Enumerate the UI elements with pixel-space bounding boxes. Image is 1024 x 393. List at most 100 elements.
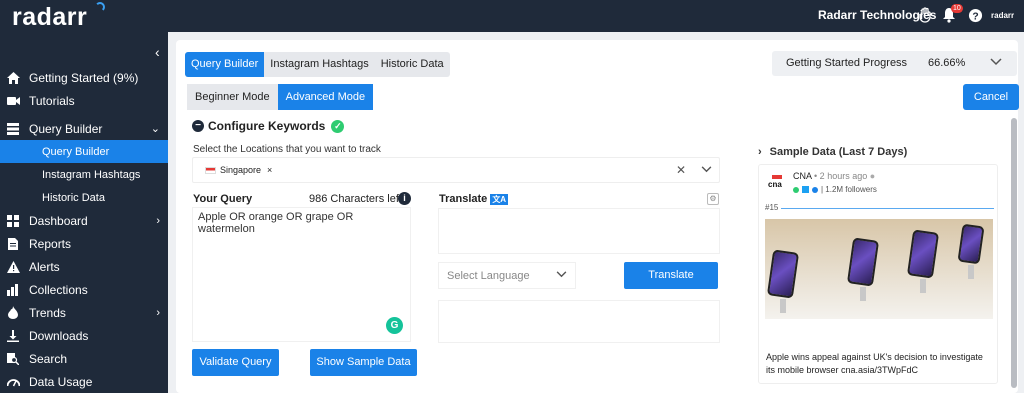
chevron-down-icon[interactable] xyxy=(701,162,712,176)
sidebar-item-label: Tutorials xyxy=(29,93,75,108)
sidebar-item-trends[interactable]: Trends › xyxy=(0,301,168,324)
sidebar-subitem-instagram-hashtags[interactable]: Instagram Hashtags xyxy=(0,163,168,186)
show-sample-data-button[interactable]: Show Sample Data xyxy=(310,349,417,376)
verified-icon xyxy=(812,186,818,193)
sidebar-item-reports[interactable]: Reports xyxy=(0,232,168,255)
sidebar-subitem-historic-data[interactable]: Historic Data xyxy=(0,186,168,209)
sidebar-item-getting-started[interactable]: Getting Started (9%) xyxy=(0,66,168,89)
sidebar-item-label: Data Usage xyxy=(29,374,93,389)
chevron-down-icon xyxy=(556,269,567,281)
advanced-mode-button[interactable]: Advanced Mode xyxy=(277,84,374,110)
grid-icon xyxy=(6,214,20,228)
sidebar-item-label: Trends xyxy=(29,305,66,320)
notification-count-badge: 10 xyxy=(951,4,963,13)
sidebar-subitem-query-builder[interactable]: Query Builder xyxy=(0,140,168,163)
sidebar-item-label: Alerts xyxy=(29,259,60,274)
tab-historic-data[interactable]: Historic Data xyxy=(375,52,450,77)
top-bar: radarr Radarr Technologies 10 ? radarr xyxy=(0,0,1024,32)
sidebar-item-label: Reports xyxy=(29,236,72,251)
sidebar: ‹ Getting Started (9%) Tutorials Query B… xyxy=(0,32,168,393)
collapse-minus-icon[interactable]: − xyxy=(192,120,204,132)
hand-wave-icon[interactable] xyxy=(917,6,935,24)
getting-started-progress[interactable]: Getting Started Progress 66.66% xyxy=(772,51,1017,76)
tab-instagram-hashtags[interactable]: Instagram Hashtags xyxy=(264,52,374,77)
warning-icon xyxy=(6,260,20,274)
mode-toggle: Beginner Mode Advanced Mode xyxy=(187,84,374,110)
sidebar-item-collections[interactable]: Collections xyxy=(0,278,168,301)
sidebar-item-dashboard[interactable]: Dashboard › xyxy=(0,209,168,232)
post-time: • 2 hours ago xyxy=(814,171,868,181)
cancel-button[interactable]: Cancel xyxy=(963,84,1019,110)
sidebar-collapse-icon[interactable]: ‹ xyxy=(155,44,160,60)
beginner-mode-button[interactable]: Beginner Mode xyxy=(187,84,278,110)
post-image[interactable] xyxy=(765,219,993,319)
configure-keywords-header[interactable]: − Configure Keywords ✓ xyxy=(192,119,345,133)
sample-post-card[interactable]: cna CNA • 2 hours ago ● | 1.2M followers… xyxy=(758,164,998,384)
sidebar-item-downloads[interactable]: Downloads xyxy=(0,324,168,347)
sidebar-item-tutorials[interactable]: Tutorials xyxy=(0,89,168,112)
tab-query-builder[interactable]: Query Builder xyxy=(185,52,265,77)
sidebar-item-alerts[interactable]: Alerts xyxy=(0,255,168,278)
sidebar-item-label: Downloads xyxy=(29,328,89,343)
characters-left: 986 Characters left xyxy=(309,193,402,205)
clear-icon[interactable]: ✕ xyxy=(676,163,686,177)
sidebar-item-label: Dashboard xyxy=(29,213,88,228)
query-textarea[interactable]: Apple OR orange OR grape OR watermelon xyxy=(192,207,411,342)
sidebar-item-label: Collections xyxy=(29,282,88,297)
validate-query-button[interactable]: Validate Query xyxy=(192,349,279,376)
divider xyxy=(781,208,994,209)
document-icon xyxy=(6,237,20,251)
search-doc-icon xyxy=(6,352,20,366)
section-title: Configure Keywords xyxy=(208,119,326,133)
info-icon[interactable]: i xyxy=(398,192,411,205)
translate-settings-icon[interactable]: ⚙ xyxy=(707,193,719,205)
remove-chip-icon[interactable]: × xyxy=(267,165,272,175)
sidebar-item-search[interactable]: Search xyxy=(0,347,168,370)
stack-icon xyxy=(6,122,20,136)
locations-select[interactable]: Singapore × ✕ xyxy=(192,157,720,183)
sample-data-header[interactable]: › Sample Data (Last 7 Days) xyxy=(758,146,907,158)
online-dot-icon xyxy=(793,186,799,193)
gauge-icon xyxy=(6,375,20,389)
progress-value: 66.66% xyxy=(928,57,966,69)
post-meta: | 1.2M followers xyxy=(793,185,877,194)
twitter-icon xyxy=(802,186,809,193)
sidebar-item-data-usage[interactable]: Data Usage xyxy=(0,370,168,393)
chevron-down-icon[interactable] xyxy=(990,55,1002,69)
translate-source-box[interactable] xyxy=(438,208,720,254)
logo-signal-mark xyxy=(95,2,105,12)
chevron-down-icon: ⌄ xyxy=(150,123,160,135)
app-logo[interactable]: radarr xyxy=(12,3,87,32)
translate-output-box[interactable] xyxy=(438,300,720,343)
translate-label-text: Translate xyxy=(439,193,488,205)
locations-label: Select the Locations that you want to tr… xyxy=(193,144,381,155)
language-select-placeholder: Select Language xyxy=(447,270,530,282)
location-chip: Singapore × xyxy=(205,165,272,175)
scrollbar[interactable] xyxy=(1011,118,1017,388)
svg-text:?: ? xyxy=(972,11,978,22)
flame-icon xyxy=(6,306,20,320)
chevron-right-icon: › xyxy=(156,306,160,319)
translate-button[interactable]: Translate xyxy=(624,262,718,289)
language-select[interactable]: Select Language xyxy=(438,262,576,289)
grammarly-icon[interactable]: G xyxy=(386,317,403,334)
download-icon xyxy=(6,329,20,343)
sidebar-item-query-builder[interactable]: Query Builder ⌄ xyxy=(0,117,168,140)
location-chip-label: Singapore xyxy=(220,165,262,175)
check-circle-icon: ✓ xyxy=(331,119,345,133)
sidebar-item-label: Query Builder xyxy=(29,121,103,136)
sample-data-title: Sample Data (Last 7 Days) xyxy=(769,146,908,158)
query-tabs: Query Builder Instagram Hashtags Histori… xyxy=(185,52,450,77)
info-small-icon: ● xyxy=(869,171,876,181)
sidebar-item-label: Search xyxy=(29,351,68,366)
help-icon[interactable]: ? xyxy=(966,6,984,24)
chevron-right-icon: › xyxy=(758,146,762,158)
sidebar-item-label: Getting Started (9%) xyxy=(29,70,139,85)
user-avatar-logo[interactable]: radarr xyxy=(991,11,1014,20)
your-query-label: Your Query xyxy=(193,193,253,205)
cna-logo: cna xyxy=(768,175,786,195)
collection-icon xyxy=(6,283,20,297)
translate-icon: 文A xyxy=(490,193,509,205)
singapore-flag-icon xyxy=(205,166,216,174)
followers-count: | 1.2M followers xyxy=(821,185,877,194)
